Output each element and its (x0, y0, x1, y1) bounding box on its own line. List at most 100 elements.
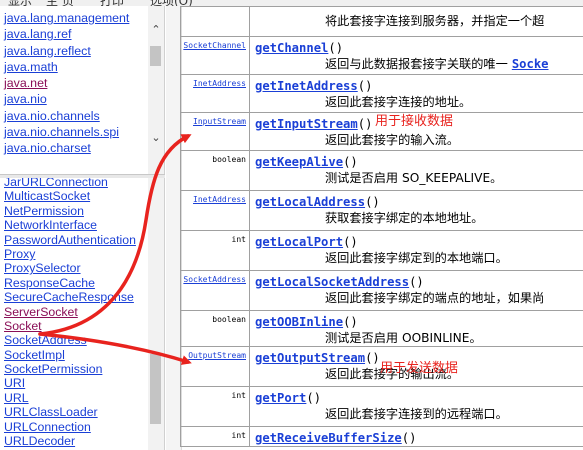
method-signature-cell: 将此套接字连接到服务器，并指定一个超 (249, 6, 583, 37)
description-type-link[interactable]: Socke (512, 57, 549, 71)
package-list-scrollbar[interactable]: ⌃ ⌄ (148, 6, 164, 174)
method-name-link[interactable]: getLocalSocketAddress (255, 275, 409, 289)
class-link[interactable]: ProxySelector (4, 261, 136, 275)
package-link[interactable]: java.math (4, 59, 129, 75)
method-description: 返回此套接字绑定的端点的地址，如果尚 (255, 290, 583, 306)
return-type-cell: SocketAddress (180, 270, 250, 311)
package-link[interactable]: java.nio.channels (4, 108, 129, 124)
method-params: () (328, 41, 344, 55)
return-type-cell: boolean (180, 310, 250, 347)
class-link[interactable]: PasswordAuthentication (4, 233, 136, 247)
method-signature-cell: getReceiveBufferSize() (249, 426, 583, 447)
return-type-cell: int (180, 386, 250, 427)
method-description: 将此套接字连接到服务器，并指定一个超 (255, 13, 583, 29)
method-signature-cell: getOOBInline() 测试是否启用 OOBINLINE。 (249, 310, 583, 347)
class-link[interactable]: Proxy (4, 247, 136, 261)
method-name-link[interactable]: getChannel (255, 41, 328, 55)
return-type: int (231, 391, 246, 400)
method-params: () (401, 431, 417, 445)
method-name-link[interactable]: getInputStream (255, 117, 358, 131)
class-link[interactable]: ResponseCache (4, 276, 136, 290)
package-list-pane: java.lang.management java.lang.ref java.la… (0, 6, 165, 174)
return-type-cell: InetAddress (180, 190, 250, 231)
method-signature-cell: getPort() 返回此套接字连接到的远程端口。 (249, 386, 583, 427)
class-link[interactable]: SecureCacheResponse (4, 290, 136, 304)
class-link[interactable]: SocketAddress (4, 333, 136, 347)
return-type-link[interactable]: InputStream (193, 117, 246, 126)
method-params: () (343, 235, 358, 249)
method-description-text: 返回此套接字连接到的远程端口。 (325, 407, 508, 421)
class-link[interactable]: URLConnection (4, 420, 136, 434)
class-list: JarURLConnection MulticastSocket NetPermis… (4, 178, 136, 448)
return-type-link[interactable]: InetAddress (193, 195, 246, 204)
class-link[interactable]: NetworkInterface (4, 218, 136, 232)
return-type-cell: InetAddress (180, 74, 250, 113)
class-link[interactable]: SocketImpl (4, 348, 136, 362)
class-link[interactable]: URLClassLoader (4, 405, 136, 419)
method-name-link[interactable]: getOutputStream (255, 351, 365, 365)
input-stream-note: 用于接收数据 (375, 114, 454, 129)
method-row: InetAddress getLocalAddress() 获取套接字绑定的本地地址… (180, 190, 583, 231)
package-link[interactable]: java.lang.management (4, 10, 129, 26)
method-description: 测试是否启用 OOBINLINE。 (255, 330, 583, 346)
method-row: int getLocalPort() 返回此套接字绑定到的本地端口。 (180, 230, 583, 271)
return-type: int (231, 431, 246, 440)
method-name-link[interactable]: getOOBInline (255, 315, 343, 329)
return-type-cell: OutputStream (180, 346, 250, 387)
method-description: 返回此套接字的输入流。 (255, 132, 583, 148)
package-list: java.lang.management java.lang.ref java.la… (4, 10, 129, 157)
scrollbar-thumb[interactable] (150, 354, 161, 424)
method-name-link[interactable]: getReceiveBufferSize (255, 431, 402, 445)
method-signature-cell: getChannel() 返回与此数据报套接字关联的唯一 Socke (249, 36, 583, 75)
method-name-link[interactable]: getInetAddress (255, 79, 358, 93)
method-row: int getPort() 返回此套接字连接到的远程端口。 (180, 386, 583, 427)
method-name-link[interactable]: getLocalPort (255, 235, 343, 249)
class-link[interactable]: MulticastSocket (4, 189, 136, 203)
class-link[interactable]: ServerSocket (4, 305, 136, 319)
return-type-link[interactable]: OutputStream (188, 351, 246, 360)
method-row: SocketChannel getChannel() 返回与此数据报套接字关联的唯一… (180, 36, 583, 75)
method-name-link[interactable]: getKeepAlive (255, 155, 343, 169)
class-link[interactable]: NetPermission (4, 204, 136, 218)
method-row: boolean getKeepAlive() 测试是否启用 SO_KEEPALIVE… (180, 150, 583, 191)
scroll-down-icon[interactable]: ⌄ (148, 130, 164, 146)
method-name-link[interactable]: getLocalAddress (255, 195, 365, 209)
class-link[interactable]: URLDecoder (4, 434, 136, 448)
class-link[interactable]: Socket (4, 319, 136, 333)
method-row: boolean getOOBInline() 测试是否启用 OOBINLINE。 (180, 310, 583, 347)
class-link[interactable]: JarURLConnection (4, 178, 136, 189)
package-link[interactable]: java.nio (4, 91, 129, 107)
method-description-text: 返回此套接字连接的地址。 (325, 95, 472, 109)
package-link[interactable]: java.lang.reflect (4, 43, 129, 59)
method-params: () (365, 351, 380, 365)
class-link[interactable]: URL (4, 391, 136, 405)
return-type-link[interactable]: SocketAddress (183, 275, 246, 284)
scrollbar-thumb[interactable] (150, 46, 161, 66)
method-description: 返回与此数据报套接字关联的唯一 Socke (255, 56, 583, 72)
package-link[interactable]: java.net (4, 75, 129, 91)
method-row: SocketAddress getLocalSocketAddress() 返回此套… (180, 270, 583, 311)
package-link[interactable]: java.lang.ref (4, 26, 129, 42)
method-description: 测试是否启用 SO_KEEPALIVE。 (255, 170, 583, 186)
method-name-link[interactable]: getPort (255, 391, 306, 405)
scroll-up-icon[interactable]: ⌃ (148, 22, 164, 38)
class-link[interactable]: URI (4, 376, 136, 390)
method-params: () (409, 275, 424, 289)
return-type: boolean (212, 155, 246, 164)
method-signature-cell: getInetAddress() 返回此套接字连接的地址。 (249, 74, 583, 113)
method-description: 获取套接字绑定的本地地址。 (255, 210, 583, 226)
return-type-link[interactable]: InetAddress (193, 79, 246, 88)
package-link[interactable]: java.nio.channels.spi (4, 124, 129, 140)
method-description-text: 返回此套接字的输入流。 (325, 133, 460, 147)
return-type-cell: boolean (180, 150, 250, 191)
return-type-link[interactable]: SocketChannel (183, 41, 246, 50)
class-link[interactable]: SocketPermission (4, 362, 136, 376)
method-description: 返回此套接字绑定到的本地端口。 (255, 250, 583, 266)
method-description-text: 测试是否启用 SO_KEEPALIVE。 (325, 171, 503, 185)
return-type-cell: int (180, 426, 250, 447)
package-link[interactable]: java.nio.charset (4, 140, 129, 156)
method-description-text: 测试是否启用 OOBINLINE。 (325, 331, 482, 345)
class-list-scrollbar[interactable] (148, 178, 164, 450)
method-params: () (343, 155, 358, 169)
method-summary-table: 将此套接字连接到服务器，并指定一个超 SocketChannel getChanne… (180, 6, 583, 447)
